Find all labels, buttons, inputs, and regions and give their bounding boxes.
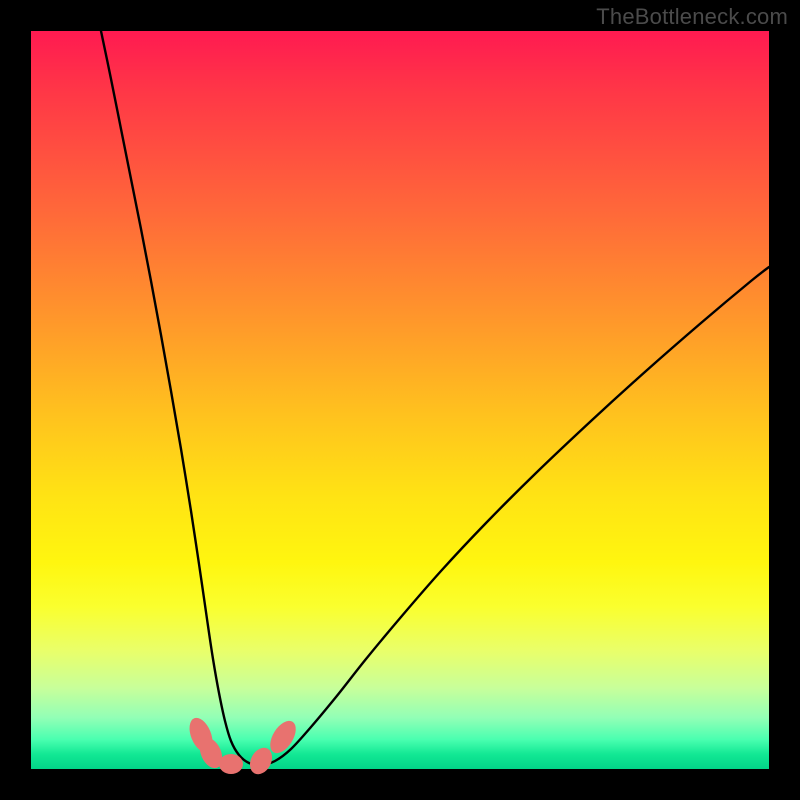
chart-svg [31, 31, 769, 769]
bottleneck-curve [101, 31, 769, 765]
watermark-text: TheBottleneck.com [596, 4, 788, 30]
chart-frame: TheBottleneck.com [0, 0, 800, 800]
marker-bottom [219, 754, 243, 774]
plot-area [31, 31, 769, 769]
curve-group [101, 31, 769, 765]
markers-group [185, 715, 301, 778]
